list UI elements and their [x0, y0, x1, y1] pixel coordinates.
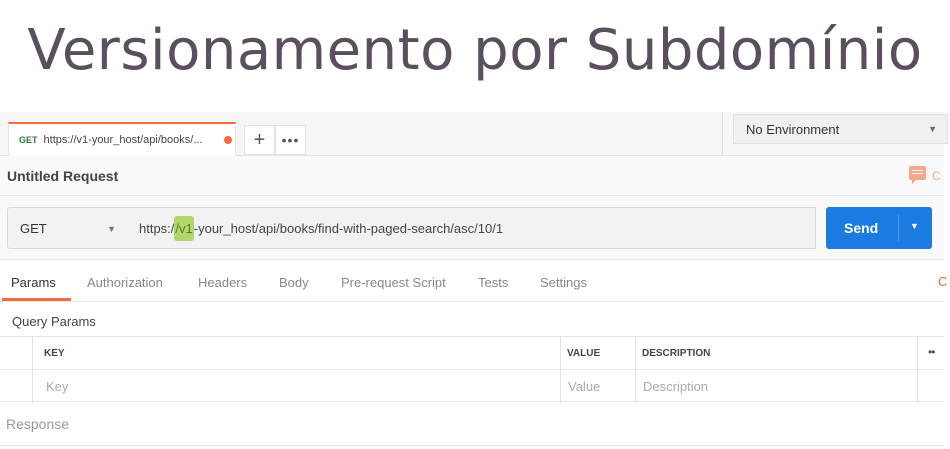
tab-settings[interactable]: Settings — [540, 275, 587, 290]
divider — [32, 337, 33, 403]
method-label: GET — [20, 220, 47, 236]
divider — [635, 337, 636, 403]
value-input[interactable]: Value — [568, 370, 600, 403]
comment-icon[interactable] — [909, 166, 926, 184]
description-input[interactable]: Description — [643, 370, 708, 403]
url-prefix: https:/ — [139, 220, 175, 236]
params-table: KEY VALUE DESCRIPTION •• Key Value Descr… — [0, 336, 944, 403]
divider — [560, 337, 561, 403]
url-version-highlight: /v1 — [174, 215, 194, 241]
unsaved-dot-icon — [223, 136, 232, 144]
method-select[interactable]: GET ▼ — [7, 207, 129, 249]
url-bar: GET ▼ https://v1 -your_host/api/books/fin… — [0, 196, 944, 260]
tab-options-button[interactable]: ••• — [275, 125, 306, 155]
active-tab-indicator — [2, 298, 71, 301]
environment-label: No Environment — [746, 121, 840, 137]
tab-label: https://v1-your_host/api/books/... — [43, 134, 203, 146]
url-input[interactable]: https://v1 -your_host/api/books/find-with… — [128, 207, 816, 249]
tab-method: GET — [19, 135, 38, 145]
send-label: Send — [844, 220, 879, 236]
new-tab-button[interactable]: + — [244, 125, 275, 155]
chevron-down-icon: ▼ — [928, 124, 937, 134]
tab-body[interactable]: Body — [279, 275, 309, 290]
request-tab[interactable]: GET https://v1-your_host/api/books/... — [8, 122, 236, 156]
chevron-down-icon: ▼ — [107, 224, 116, 234]
tab-pre-request-script[interactable]: Pre-request Script — [341, 275, 446, 290]
slide-title: Versionamento por Subdomínio — [27, 18, 923, 83]
bulk-edit-more-button[interactable]: •• — [928, 345, 935, 359]
postman-window: GET https://v1-your_host/api/books/... +… — [0, 112, 948, 449]
tab-params[interactable]: Params — [11, 275, 56, 290]
request-name[interactable]: Untitled Request — [7, 168, 118, 184]
key-input[interactable]: Key — [46, 370, 68, 403]
query-params-title: Query Params — [12, 314, 96, 329]
request-tab-bar: GET https://v1-your_host/api/books/... +… — [0, 112, 948, 156]
tab-headers[interactable]: Headers — [198, 275, 247, 290]
cookies-link[interactable]: C — [938, 274, 947, 289]
table-row: Key Value Description — [0, 370, 944, 403]
comments-label[interactable]: C — [932, 169, 941, 183]
divider — [917, 337, 918, 403]
tab-tests[interactable]: Tests — [478, 275, 508, 290]
table-header-row: KEY VALUE DESCRIPTION •• — [0, 337, 944, 370]
column-value: VALUE — [567, 348, 601, 359]
column-key: KEY — [44, 348, 65, 359]
response-panel: Response — [0, 402, 944, 446]
url-suffix: -your_host/api/books/find-with-paged-sea… — [193, 220, 504, 236]
request-name-bar: Untitled Request C — [0, 156, 944, 196]
response-label: Response — [6, 416, 70, 432]
divider — [898, 215, 899, 241]
request-tabs: Params Authorization Headers Body Pre-re… — [0, 260, 947, 302]
environment-select[interactable]: No Environment ▼ — [733, 114, 948, 144]
tab-authorization[interactable]: Authorization — [87, 275, 163, 290]
divider — [722, 112, 723, 156]
chevron-down-icon[interactable]: ▼ — [910, 221, 919, 231]
send-button[interactable]: Send ▼ — [826, 207, 932, 249]
column-description: DESCRIPTION — [642, 348, 711, 359]
